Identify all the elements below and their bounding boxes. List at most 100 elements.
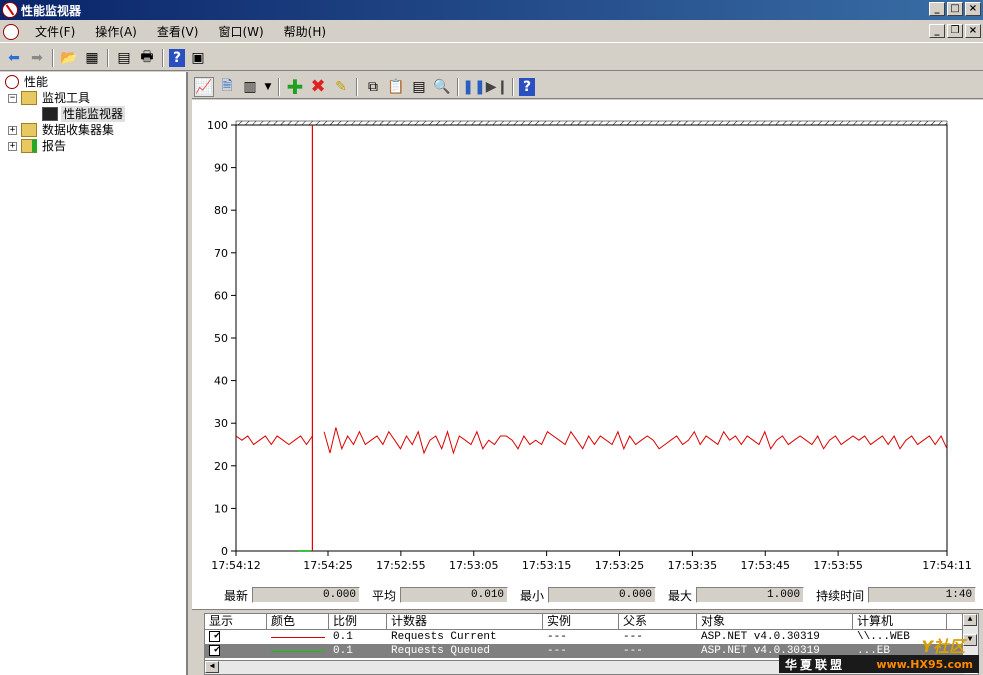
mdi-minimize-button[interactable]: _ [929,24,945,38]
mdi-close-button[interactable]: × [965,24,981,38]
dropdown-arrow-icon[interactable]: ▼ [263,77,273,97]
tree-item-label: 数据收集器集 [42,123,115,137]
menu-action[interactable]: 操作(A) [85,22,147,42]
menu-window[interactable]: 窗口(W) [208,22,273,42]
close-button[interactable]: × [965,2,981,16]
column-header-computer[interactable]: 计算机 [853,614,947,629]
column-header-instance[interactable]: 实例 [543,614,619,629]
zoom-icon[interactable]: 🔍 [432,77,452,97]
column-header-object[interactable]: 对象 [697,614,853,629]
window-title: 性能监视器 [21,3,82,18]
x-tick-label: 17:52:55 [376,559,425,572]
last-label: 最新 [224,588,249,603]
series-color-swatch [271,650,325,652]
export-list-icon[interactable]: ▤ [114,48,134,68]
main-toolbar: ⬅ ➡ 📂 ▦ ▤ 🖶 ? ▣ [0,45,983,71]
menu-file[interactable]: 文件(F) [25,22,85,42]
toolbar-separator [512,77,514,96]
menu-view[interactable]: 查看(V) [147,22,209,42]
toolbar-separator [457,77,459,96]
delete-counter-icon[interactable]: ✖ [308,76,328,97]
tree-item-monitor-tools[interactable]: − 监视工具 [8,90,92,106]
minimum-label: 最小 [520,588,545,603]
add-counter-icon[interactable]: ✚ [285,75,305,99]
tree-item-reports[interactable]: + 报告 [8,138,68,154]
tree-item-data-collector-sets[interactable]: + 数据收集器集 [8,122,116,138]
average-value: 0.010 [400,587,509,603]
scroll-up-icon[interactable]: ▲ [963,614,977,626]
series-color-swatch [271,636,325,638]
expand-icon[interactable]: + [8,141,17,151]
x-tick-label: 17:53:05 [449,559,498,572]
help-icon[interactable]: ? [169,48,185,67]
tree-item-perf-monitor[interactable]: 性能监视器 [42,106,126,122]
duration-value: 1:40 [868,587,977,603]
y-tick-label: 40 [214,375,228,388]
navigation-tree: 性能 − 监视工具 性能监视器 + 数据收集器集 + 报告 [0,72,188,675]
column-header-scale[interactable]: 比例 [329,614,387,629]
show-checkbox[interactable]: ✔ [209,631,220,642]
properties-icon[interactable]: ▤ [409,77,429,97]
update-data-icon[interactable]: ▶❙ [486,77,509,97]
scale-cell: 0.1 [333,631,353,643]
y-tick-label: 70 [214,247,228,260]
back-arrow-icon[interactable]: ⬅ [4,48,24,68]
view-graph-icon[interactable]: 📈 [194,76,214,97]
duration-label: 持续时间 [816,588,865,603]
monitor-chart-icon [42,107,58,121]
view-log-data-icon[interactable]: 🗎 [217,77,237,97]
up-folder-icon[interactable]: 📂 [59,48,79,68]
show-checkbox[interactable]: ✔ [209,645,220,656]
line-chart: 0 10 20 30 40 50 60 70 80 90 100 17:54:12 17:54:25 17… [207,119,972,572]
paste-counter-list-icon[interactable]: 📋 [386,77,406,97]
toolbar-separator [162,48,164,67]
x-tick-label: 17:54:25 [303,559,352,572]
mdi-restore-button[interactable]: ❐ [947,24,963,38]
x-tick-label: 17:54:12 [211,559,260,572]
x-tick-label: 17:53:35 [668,559,717,572]
last-value: 0.000 [252,587,361,603]
print-icon[interactable]: 🖶 [137,48,157,68]
maximum-label: 最大 [668,588,693,603]
legend-header: 显示 颜色 比例 计数器 实例 父系 对象 计算机 [205,614,978,630]
plot-frame [235,124,948,552]
column-header-parent[interactable]: 父系 [619,614,697,629]
tree-item-label: 性能监视器 [61,106,126,122]
column-header-counter[interactable]: 计数器 [387,614,543,629]
collapse-icon[interactable]: − [8,93,17,103]
maximum-value: 1.000 [696,587,805,603]
chart-top-hatch [235,120,948,126]
highlight-icon[interactable]: ✎ [331,77,351,97]
watermark-site: www.HX95.com [876,657,973,671]
scroll-left-icon[interactable]: ◀ [205,661,219,673]
title-bar: 性能监视器 _ □ × [0,0,983,20]
minimize-button[interactable]: _ [929,2,945,16]
counter-cell: Requests Queued [391,645,491,657]
maximize-button[interactable]: □ [947,2,963,16]
parent-cell: --- [623,631,643,643]
tree-item-performance[interactable]: 性能 [5,74,50,90]
freeze-display-icon[interactable]: ❚❚ [462,77,485,97]
tree-item-label: 性能 [24,75,49,89]
y-tick-label: 100 [207,119,228,132]
watermark-text: 华夏联盟 [785,657,846,672]
x-tick-label: 17:53:25 [595,559,644,572]
y-tick-label: 50 [214,332,228,345]
properties-icon[interactable]: ▣ [188,48,208,68]
y-tick-label: 60 [214,289,228,302]
expand-icon[interactable]: + [8,125,17,135]
column-header-show[interactable]: 显示 [205,614,267,629]
menu-help[interactable]: 帮助(H) [274,22,336,42]
y-tick-label: 90 [214,162,228,175]
y-tick-label: 10 [214,502,228,515]
show-hide-tree-icon[interactable]: ▦ [82,48,102,68]
performance-chart: 0 10 20 30 40 50 60 70 80 90 100 17:54:12 17:54:25 17… [192,100,983,610]
copy-properties-icon[interactable]: ⧉ [363,77,383,97]
forward-arrow-icon[interactable]: ➡ [27,48,47,68]
change-graph-type-icon[interactable]: ▥ [240,77,260,97]
app-menu-icon[interactable] [3,23,19,40]
average-label: 平均 [372,588,397,603]
column-header-color[interactable]: 颜色 [267,614,329,629]
help-icon[interactable]: ? [519,77,535,96]
x-tick-label: 17:53:15 [522,559,571,572]
